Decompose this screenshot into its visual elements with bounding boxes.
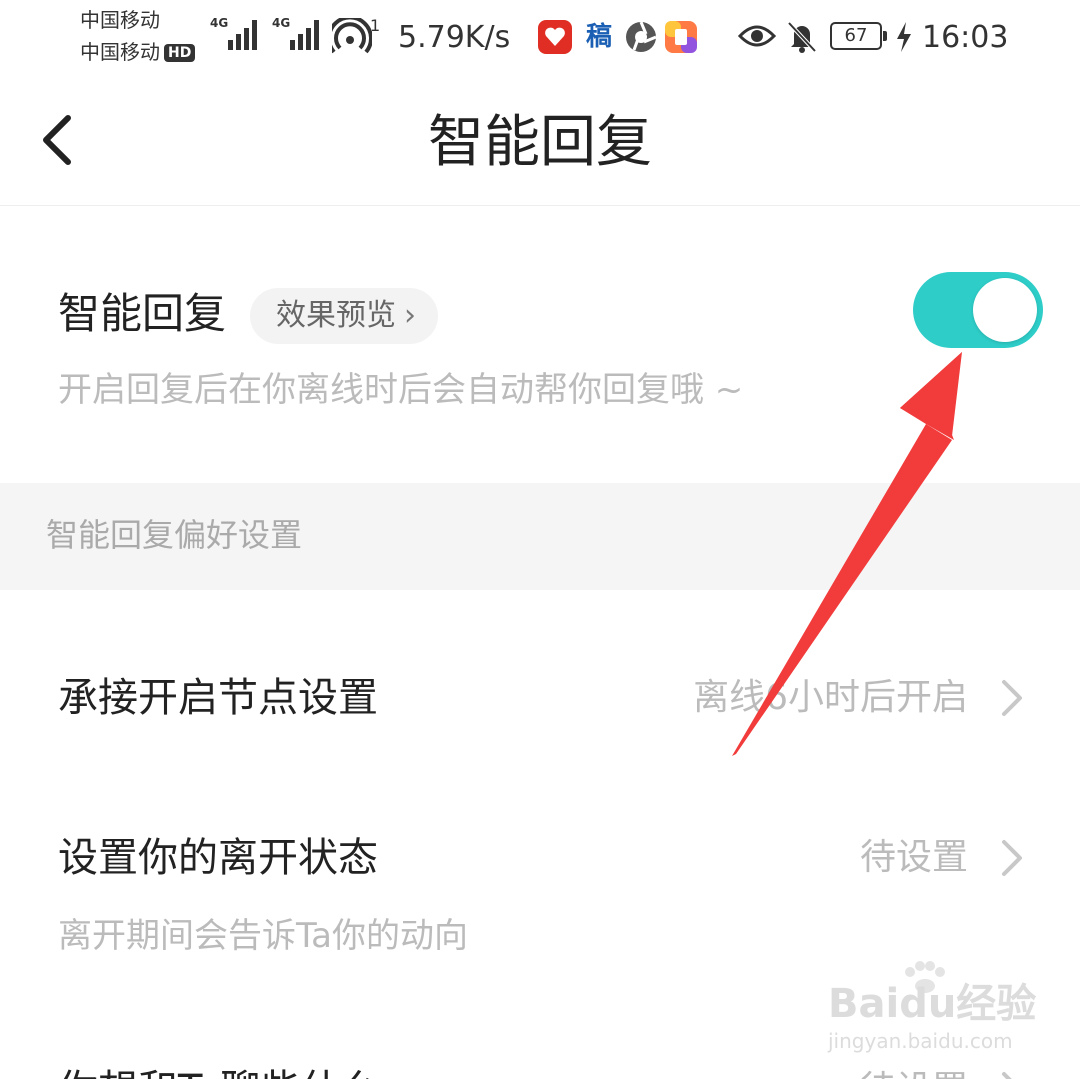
- status-bar: 中国移动 中国移动 HD 4G 4G 1 5.79K/s 稿 67 16:03: [0, 0, 1080, 80]
- watermark-logo: Baidu经验: [828, 981, 1037, 1027]
- chevron-right-icon: ›: [404, 298, 416, 333]
- preferences-section-header: 智能回复偏好设置: [0, 483, 1080, 590]
- app-icon: [665, 21, 697, 53]
- setting-label: 承接开启节点设置: [58, 675, 378, 721]
- smart-reply-description: 开启回复后在你离线时后会自动帮你回复哦 ~: [58, 370, 744, 410]
- hotspot-count: 1: [370, 16, 381, 35]
- smart-reply-toggle[interactable]: [913, 272, 1043, 348]
- signal-icon: [290, 20, 319, 50]
- smart-reply-label: 智能回复: [58, 289, 227, 338]
- setting-label: 设置你的离开状态: [58, 835, 378, 881]
- setting-value: 待设置: [859, 837, 968, 878]
- setting-label: 你想和Ta聊些什么: [58, 1062, 380, 1079]
- smart-reply-row: 智能回复 效果预览 › 开启回复后在你离线时后会自动帮你回复哦 ~: [0, 206, 1080, 483]
- setting-description: 离开期间会告诉Ta你的动向: [58, 916, 468, 956]
- preview-effect-button[interactable]: 效果预览 ›: [250, 288, 438, 344]
- setting-value: 待设置: [860, 1062, 968, 1079]
- baidu-watermark: Baidu经验 jingyan.baidu.com: [828, 960, 1038, 1060]
- section-title: 智能回复偏好设置: [46, 516, 303, 554]
- carrier-name-primary: 中国移动: [80, 8, 160, 32]
- pinduoduo-icon: [538, 20, 572, 54]
- charging-icon: [897, 22, 911, 52]
- browser-icon: [626, 21, 657, 52]
- setting-value: 离线6小时后开启: [693, 677, 968, 718]
- navigation-header: 智能回复: [0, 80, 1080, 206]
- preview-effect-label: 效果预览: [276, 298, 396, 333]
- chevron-right-icon: [1002, 1072, 1012, 1079]
- page-title: 智能回复: [428, 110, 652, 175]
- bell-off-icon: [787, 21, 817, 53]
- chevron-right-icon: [1002, 680, 1022, 716]
- clock-time: 16:03: [922, 20, 1009, 55]
- chevron-right-icon: [1002, 840, 1022, 876]
- eye-icon: [738, 25, 776, 47]
- battery-icon: 67: [830, 22, 887, 50]
- carrier-name-secondary: 中国移动 HD: [80, 40, 196, 64]
- setting-row-activation-node[interactable]: 承接开启节点设置 离线6小时后开启: [0, 590, 1080, 780]
- signal-icon: [228, 20, 257, 50]
- app-icon: 稿: [585, 22, 612, 52]
- hd-badge: HD: [164, 44, 196, 62]
- network-speed: 5.79K/s: [398, 20, 511, 55]
- toggle-knob: [973, 278, 1037, 342]
- hotspot-icon: [332, 18, 372, 54]
- watermark-url: jingyan.baidu.com: [828, 1029, 1013, 1053]
